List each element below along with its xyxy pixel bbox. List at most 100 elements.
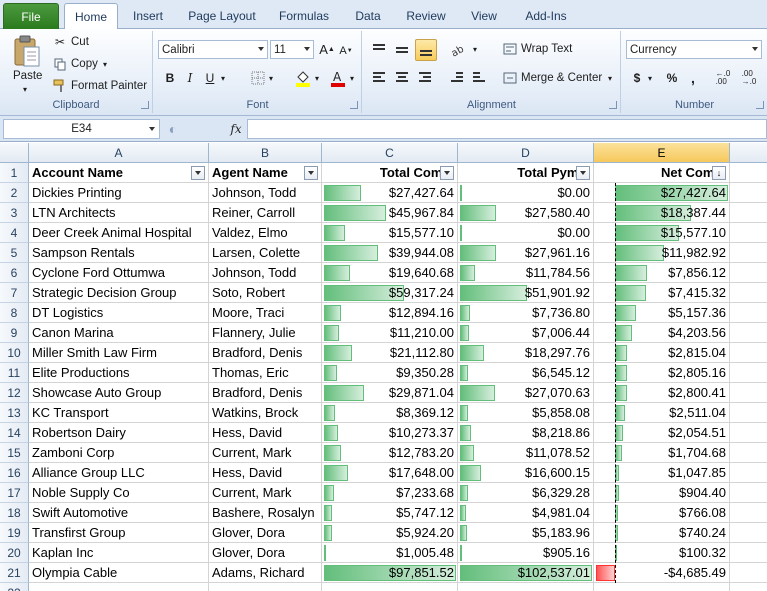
- cell-c2[interactable]: $27,427.64: [322, 183, 458, 203]
- cell-d11[interactable]: $6,545.12: [458, 363, 594, 383]
- align-left-icon[interactable]: [369, 68, 389, 88]
- clipboard-dialog-launcher[interactable]: [141, 101, 149, 109]
- cell-a22[interactable]: [29, 583, 209, 591]
- cell-b5[interactable]: Larsen, Colette: [209, 243, 322, 263]
- cell-a9[interactable]: Canon Marina: [29, 323, 209, 343]
- row-header-13[interactable]: 13: [0, 403, 29, 423]
- cell-c19[interactable]: $5,924.20: [322, 523, 458, 543]
- cell-b10[interactable]: Bradford, Denis: [209, 343, 322, 363]
- font-color-icon[interactable]: A: [329, 68, 347, 88]
- cell-d2[interactable]: $0.00: [458, 183, 594, 203]
- borders-icon[interactable]: [249, 69, 267, 87]
- cell-a6[interactable]: Cyclone Ford Ottumwa: [29, 263, 209, 283]
- cell-b2[interactable]: Johnson, Todd: [209, 183, 322, 203]
- cell-a11[interactable]: Elite Productions: [29, 363, 209, 383]
- cell-c7[interactable]: $59,317.24: [322, 283, 458, 303]
- cell-d21[interactable]: $102,537.01: [458, 563, 594, 583]
- orientation-icon[interactable]: ab: [449, 40, 471, 60]
- currency-format-button[interactable]: $: [630, 69, 644, 87]
- font-dialog-launcher[interactable]: [350, 101, 358, 109]
- cell-b17[interactable]: Current, Mark: [209, 483, 322, 503]
- borders-dropdown-icon[interactable]: ▾: [267, 71, 275, 85]
- cell-empty[interactable]: [730, 243, 767, 263]
- cell-c3[interactable]: $45,967.84: [322, 203, 458, 223]
- cell-empty[interactable]: [730, 463, 767, 483]
- cell-c12[interactable]: $29,871.04: [322, 383, 458, 403]
- cell-a8[interactable]: DT Logistics: [29, 303, 209, 323]
- cell-a20[interactable]: Kaplan Inc: [29, 543, 209, 563]
- row-header-17[interactable]: 17: [0, 483, 29, 503]
- grow-font-icon[interactable]: A ▲: [318, 40, 336, 59]
- increase-indent-icon[interactable]: [469, 68, 489, 88]
- cell-b20[interactable]: Glover, Dora: [209, 543, 322, 563]
- decrease-decimal-icon[interactable]: .00 →.0: [738, 69, 760, 87]
- cell-a12[interactable]: Showcase Auto Group: [29, 383, 209, 403]
- cut-button[interactable]: Cut: [71, 36, 89, 48]
- align-middle-icon[interactable]: [392, 40, 412, 60]
- row-header-7[interactable]: 7: [0, 283, 29, 303]
- tab-file[interactable]: File: [3, 3, 59, 29]
- cell-empty[interactable]: [730, 483, 767, 503]
- row-header-18[interactable]: 18: [0, 503, 29, 523]
- cell-c22[interactable]: [322, 583, 458, 591]
- font-name-select[interactable]: Calibri: [158, 40, 268, 59]
- cell-b9[interactable]: Flannery, Julie: [209, 323, 322, 343]
- column-header-empty[interactable]: [730, 143, 767, 163]
- cell-c6[interactable]: $19,640.68: [322, 263, 458, 283]
- cell-d20[interactable]: $905.16: [458, 543, 594, 563]
- cell-d10[interactable]: $18,297.76: [458, 343, 594, 363]
- row-header-6[interactable]: 6: [0, 263, 29, 283]
- tab-home[interactable]: Home: [64, 3, 118, 30]
- align-top-icon[interactable]: [369, 40, 389, 60]
- cell-empty[interactable]: [730, 343, 767, 363]
- cell-a3[interactable]: LTN Architects: [29, 203, 209, 223]
- cell-empty[interactable]: [730, 203, 767, 223]
- cell-d15[interactable]: $11,078.52: [458, 443, 594, 463]
- cell-empty[interactable]: [730, 523, 767, 543]
- cell-b12[interactable]: Bradford, Denis: [209, 383, 322, 403]
- paste-button[interactable]: Paste: [13, 70, 42, 82]
- row-header-3[interactable]: 3: [0, 203, 29, 223]
- cell-b15[interactable]: Current, Mark: [209, 443, 322, 463]
- tab-insert[interactable]: Insert: [124, 4, 172, 28]
- cell-d14[interactable]: $8,218.86: [458, 423, 594, 443]
- filter-dropdown-icon[interactable]: [304, 166, 318, 180]
- row-header-2[interactable]: 2: [0, 183, 29, 203]
- font-size-select[interactable]: 11: [270, 40, 314, 59]
- cell-b13[interactable]: Watkins, Brock: [209, 403, 322, 423]
- row-header-1[interactable]: 1: [0, 163, 29, 183]
- align-center-icon[interactable]: [392, 68, 412, 88]
- header-cell-c[interactable]: Total Comm: [322, 163, 458, 183]
- comma-style-button[interactable]: ,: [686, 69, 700, 87]
- cell-b3[interactable]: Reiner, Carroll: [209, 203, 322, 223]
- number-dialog-launcher[interactable]: [756, 101, 764, 109]
- select-all-corner[interactable]: [0, 143, 29, 163]
- underline-dropdown-icon[interactable]: ▾: [219, 71, 227, 85]
- cell-c16[interactable]: $17,648.00: [322, 463, 458, 483]
- filter-dropdown-icon[interactable]: [576, 166, 590, 180]
- column-header-d[interactable]: D: [458, 143, 594, 163]
- row-header-16[interactable]: 16: [0, 463, 29, 483]
- cell-a14[interactable]: Robertson Dairy: [29, 423, 209, 443]
- cell-d13[interactable]: $5,858.08: [458, 403, 594, 423]
- copy-dropdown-icon[interactable]: ▾: [101, 59, 109, 69]
- cell-d9[interactable]: $7,006.44: [458, 323, 594, 343]
- bold-button[interactable]: B: [162, 69, 178, 87]
- row-header-20[interactable]: 20: [0, 543, 29, 563]
- cell-c11[interactable]: $9,350.28: [322, 363, 458, 383]
- cell-empty[interactable]: [730, 583, 767, 591]
- cell-a10[interactable]: Miller Smith Law Firm: [29, 343, 209, 363]
- wrap-text-button[interactable]: Wrap Text: [521, 43, 572, 55]
- cell-a13[interactable]: KC Transport: [29, 403, 209, 423]
- cell-d7[interactable]: $51,901.92: [458, 283, 594, 303]
- cell-a2[interactable]: Dickies Printing: [29, 183, 209, 203]
- percent-style-button[interactable]: %: [664, 69, 680, 87]
- cell-a17[interactable]: Noble Supply Co: [29, 483, 209, 503]
- cell-c9[interactable]: $11,210.00: [322, 323, 458, 343]
- alignment-dialog-launcher[interactable]: [609, 101, 617, 109]
- column-header-b[interactable]: B: [209, 143, 322, 163]
- cell-c15[interactable]: $12,783.20: [322, 443, 458, 463]
- cell-b8[interactable]: Moore, Traci: [209, 303, 322, 323]
- header-cell-e[interactable]: Net Comm: [594, 163, 730, 183]
- paste-icon[interactable]: [10, 33, 44, 71]
